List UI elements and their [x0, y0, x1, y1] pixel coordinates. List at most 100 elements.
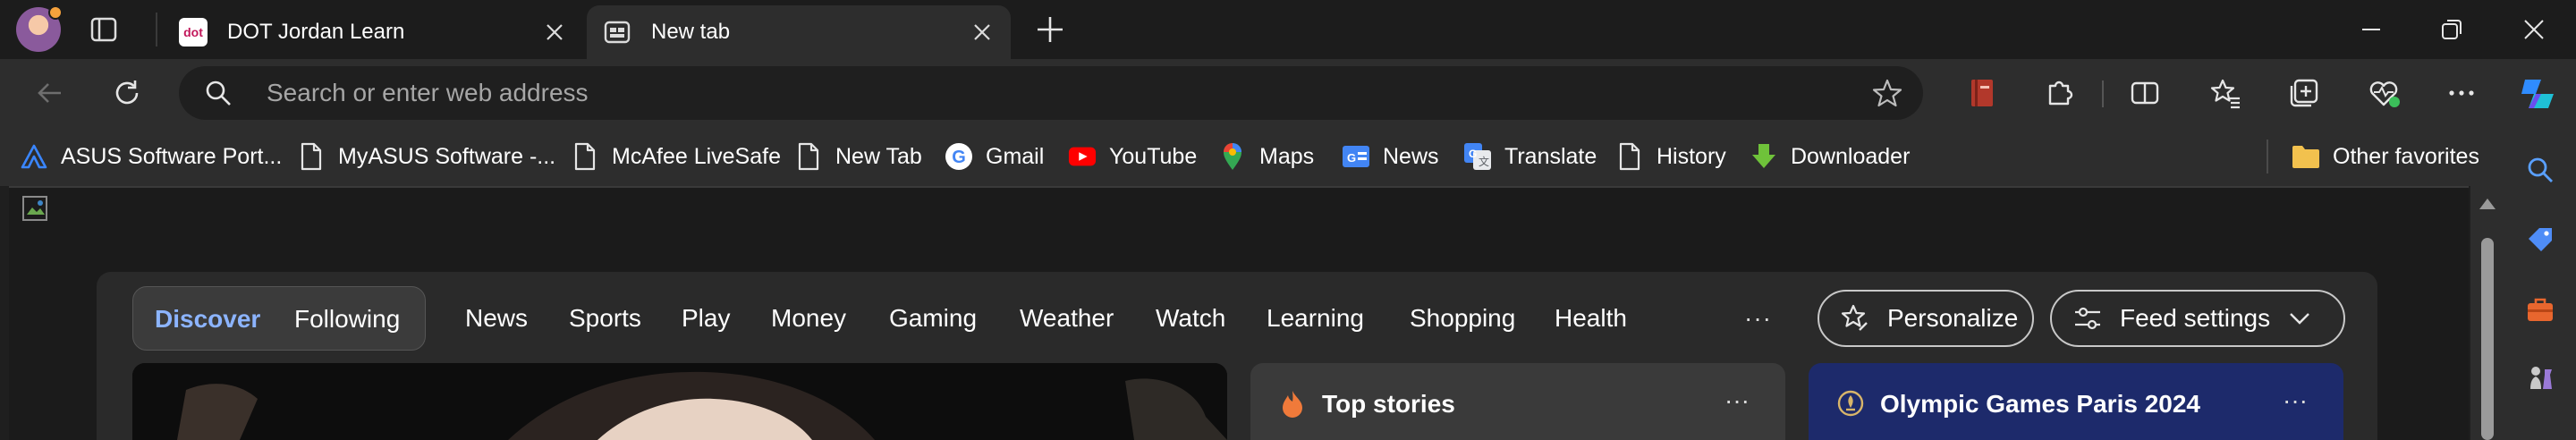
address-input[interactable]: [267, 75, 1698, 111]
favorite-label: McAfee LiveSafe: [612, 143, 781, 169]
dot-logo-icon: dot: [179, 18, 208, 47]
favorite-new-tab[interactable]: New Tab: [794, 127, 922, 186]
browser-essentials-heart-icon[interactable]: [2367, 75, 2402, 111]
page-scrollbar[interactable]: [2470, 186, 2504, 440]
chevron-down-icon: [2288, 310, 2311, 326]
split-screen-icon[interactable]: [2127, 75, 2163, 111]
close-window-icon[interactable]: [2521, 16, 2547, 43]
personalize-label: Personalize: [1887, 304, 2019, 332]
profile-avatar[interactable]: [16, 5, 63, 52]
scroll-thumb[interactable]: [2481, 238, 2494, 440]
feed-nav-weather[interactable]: Weather: [1020, 286, 1114, 351]
favorite-label: YouTube: [1109, 143, 1198, 169]
top-stories-card[interactable]: Top stories ···: [1250, 363, 1785, 440]
profile-badge-icon: [48, 5, 63, 20]
favorite-label: Other favorites: [2333, 143, 2479, 169]
feed-nav-sports[interactable]: Sports: [569, 286, 641, 351]
favorite-myasus-software[interactable]: MyASUS Software -...: [297, 127, 555, 186]
close-tab-icon[interactable]: [970, 20, 995, 45]
olympics-more-icon[interactable]: ···: [2283, 386, 2308, 415]
svg-text:G: G: [1347, 151, 1356, 165]
toolbar-divider: [2102, 80, 2104, 107]
restore-icon[interactable]: [2438, 16, 2465, 43]
maps-pin-icon: [1218, 142, 1247, 171]
olympics-title: Olympic Games Paris 2024: [1880, 390, 2200, 418]
favorite-youtube[interactable]: YouTube: [1068, 127, 1197, 186]
feed-settings-button[interactable]: Feed settings: [2050, 290, 2345, 347]
close-tab-icon[interactable]: [542, 20, 567, 45]
sidebar-tools-briefcase-icon[interactable]: [2521, 290, 2560, 329]
feed-nav-shopping[interactable]: Shopping: [1410, 286, 1515, 351]
feed-nav-gaming[interactable]: Gaming: [889, 286, 977, 351]
title-bar: dot DOT Jordan Learn New tab: [0, 0, 2576, 59]
reading-extension-icon[interactable]: [1964, 75, 2000, 111]
settings-more-icon[interactable]: [2444, 75, 2479, 111]
tab-title: DOT Jordan Learn: [227, 20, 405, 44]
extensions-puzzle-icon[interactable]: [2041, 75, 2077, 111]
sidebar-search-icon[interactable]: [2521, 150, 2560, 190]
favorite-label: News: [1383, 143, 1439, 169]
feed-nav-news[interactable]: News: [465, 286, 528, 351]
favorite-label: ASUS Software Port...: [61, 143, 283, 169]
address-bar[interactable]: [179, 66, 1923, 120]
copilot-icon[interactable]: [2515, 72, 2560, 116]
tab-divider: [156, 13, 157, 47]
favorite-downloader[interactable]: Downloader: [1750, 127, 1910, 186]
olympic-torch-icon: [1837, 390, 1864, 417]
other-favorites-folder[interactable]: Other favorites: [2292, 127, 2479, 186]
search-icon: [206, 80, 231, 106]
google-translate-icon: G文: [1463, 142, 1492, 171]
favorite-translate[interactable]: G文 Translate: [1463, 127, 1597, 186]
tab-dot-jordan-learn[interactable]: dot DOT Jordan Learn: [163, 5, 583, 59]
sidebar-shopping-tag-icon[interactable]: [2521, 220, 2560, 259]
favorite-label: MyASUS Software -...: [338, 143, 556, 169]
sidebar-games-chess-icon[interactable]: [2521, 358, 2560, 397]
google-g-icon: G: [945, 142, 973, 171]
favorite-history[interactable]: History: [1615, 127, 1726, 186]
tab-discover[interactable]: Discover: [155, 287, 260, 351]
feed-nav-play[interactable]: Play: [682, 286, 730, 351]
favorite-news[interactable]: G News: [1342, 127, 1439, 186]
feed-nav-health[interactable]: Health: [1555, 286, 1627, 351]
favorites-star-list-icon[interactable]: [2207, 75, 2243, 111]
svg-text:G: G: [952, 148, 966, 167]
favorite-gmail[interactable]: G Gmail: [945, 127, 1044, 186]
tab-title: New tab: [651, 20, 731, 44]
top-stories-more-icon[interactable]: ···: [1724, 386, 1750, 415]
scroll-up-arrow-icon[interactable]: [2479, 199, 2496, 209]
browser-toolbar: [0, 59, 2576, 127]
personalize-button[interactable]: Personalize: [1818, 290, 2034, 347]
feed-nav-watch[interactable]: Watch: [1156, 286, 1225, 351]
feed-settings-label: Feed settings: [2120, 304, 2271, 332]
svg-text:文: 文: [1479, 155, 1489, 168]
download-arrow-icon: [1750, 142, 1778, 171]
favorite-label: History: [1657, 143, 1726, 169]
feed-segment-control: Discover Following: [132, 286, 426, 351]
broken-image-icon: [22, 196, 47, 221]
tab-following[interactable]: Following: [294, 287, 400, 351]
tab-new-tab[interactable]: New tab: [587, 5, 1011, 59]
folder-icon: [2292, 142, 2320, 171]
favorite-label: Gmail: [986, 143, 1045, 169]
sliders-icon: [2072, 302, 2104, 334]
feed-nav-more-icon[interactable]: ···: [1744, 286, 1772, 351]
minimize-icon[interactable]: [2358, 16, 2385, 43]
feed-nav-money[interactable]: Money: [771, 286, 846, 351]
new-tab-plus-icon[interactable]: [1034, 13, 1066, 46]
favorite-maps[interactable]: Maps: [1218, 127, 1314, 186]
add-favorite-star-icon[interactable]: [1871, 77, 1903, 109]
svg-text:G: G: [1469, 148, 1477, 160]
back-arrow-icon[interactable]: [32, 75, 68, 111]
favorite-mcafee-livesafe[interactable]: McAfee LiveSafe: [571, 127, 781, 186]
top-stories-title: Top stories: [1322, 390, 1455, 418]
favorite-asus-software-portal[interactable]: ASUS Software Port...: [20, 127, 282, 186]
tab-actions-icon[interactable]: [89, 15, 118, 44]
olympics-card[interactable]: Olympic Games Paris 2024 ···: [1809, 363, 2343, 440]
personalize-star-icon: [1839, 302, 1871, 334]
hero-image-card[interactable]: [132, 363, 1227, 440]
favorite-label: New Tab: [835, 143, 922, 169]
refresh-icon[interactable]: [109, 75, 145, 111]
page-icon: [1615, 142, 1644, 171]
collections-icon[interactable]: [2286, 75, 2322, 111]
feed-nav-learning[interactable]: Learning: [1267, 286, 1364, 351]
